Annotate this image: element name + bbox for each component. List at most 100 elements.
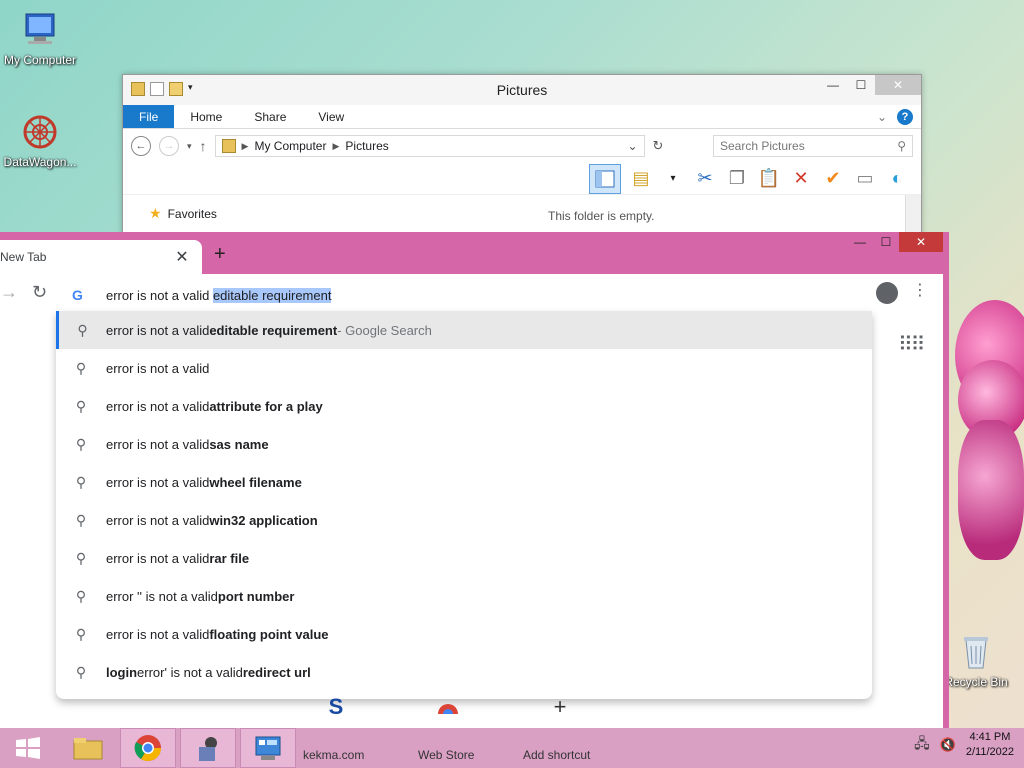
shortcut-web-store-icon[interactable]	[428, 694, 468, 726]
rename-icon[interactable]: ▭	[853, 167, 877, 191]
expand-ribbon-icon[interactable]: ⌄	[877, 110, 887, 124]
folder-check-icon[interactable]: ▤	[629, 167, 653, 191]
copy-icon[interactable]: ❐	[725, 167, 749, 191]
close-button[interactable]: ✕	[875, 75, 921, 95]
close-tab-icon[interactable]: ✕	[172, 247, 192, 267]
maximize-button[interactable]: ☐	[873, 232, 899, 252]
suggestion-text: error is not a valid	[106, 474, 210, 490]
minimize-button[interactable]: —	[847, 232, 873, 252]
recent-locations-icon[interactable]: ▾	[187, 141, 192, 152]
tab-view[interactable]: View	[302, 105, 360, 128]
delete-icon[interactable]: ✕	[789, 167, 813, 191]
address-dropdown-icon[interactable]: ⌄	[627, 139, 637, 153]
search-icon: ⚲	[75, 511, 87, 528]
explorer-titlebar[interactable]: ▾ Pictures — ☐ ✕	[123, 75, 921, 105]
breadcrumb-my-computer[interactable]: My Computer	[254, 139, 326, 153]
search-icon: ⚲	[77, 321, 88, 338]
google-icon: G	[72, 287, 83, 303]
suggestion-bold: win32 application	[209, 512, 318, 528]
network-icon[interactable]: 🖧	[914, 733, 930, 757]
omnibox-suggestions: ⚲ error is not a valid editable requirem…	[56, 311, 872, 699]
reload-icon[interactable]: ↻	[32, 282, 47, 303]
profile-icon[interactable]	[876, 282, 898, 304]
shortcut-kekma-icon[interactable]: S	[316, 694, 356, 726]
search-pictures-input[interactable]: Search Pictures ⚲	[713, 135, 913, 157]
tab-new-tab[interactable]: New Tab ✕	[0, 240, 202, 274]
back-button[interactable]: ←	[131, 136, 151, 156]
scrollbar[interactable]	[905, 195, 921, 235]
breadcrumb-pictures[interactable]: Pictures	[345, 139, 388, 153]
minimize-button[interactable]: —	[819, 75, 847, 95]
suggestion-item[interactable]: ⚲ error '' is not a valid port number	[56, 577, 872, 615]
start-button[interactable]	[0, 728, 56, 768]
suggestion-item[interactable]: ⚲ error is not a valid	[56, 349, 872, 387]
window-controls: — ☐ ✕	[819, 75, 921, 95]
favorites-item[interactable]: ★ Favorites	[149, 205, 217, 222]
suggestion-text: error is not a valid	[106, 626, 210, 642]
suggestion-text: error is not a valid	[106, 322, 210, 338]
suggestion-text: error is not a valid	[106, 398, 210, 414]
shell-icon[interactable]: ◐	[885, 167, 909, 191]
search-icon: ⚲	[897, 139, 906, 153]
chrome-icon[interactable]	[120, 728, 176, 768]
suggestion-item[interactable]: ⚲ error is not a valid wheel filename	[56, 463, 872, 501]
suggestion-item[interactable]: ⚲ error is not a valid rar file	[56, 539, 872, 577]
paste-icon[interactable]: 📋	[757, 167, 781, 191]
suggestion-text: error is not a valid	[106, 360, 210, 376]
cut-icon[interactable]: ✂	[693, 167, 717, 191]
window-title: Pictures	[496, 82, 548, 98]
help-icon[interactable]: ?	[897, 108, 913, 125]
file-explorer-icon[interactable]	[60, 728, 116, 768]
suggestion-item[interactable]: ⚲ error is not a valid editable requirem…	[56, 311, 872, 349]
search-icon: ⚲	[75, 435, 87, 452]
app-icon[interactable]	[180, 728, 236, 768]
close-button[interactable]: ✕	[899, 232, 943, 252]
suggestion-item[interactable]: ⚲ error is not a valid attribute for a p…	[56, 387, 872, 425]
forward-button[interactable]: →	[159, 136, 179, 156]
apps-grid-icon[interactable]: ⠿⠿	[898, 332, 925, 357]
omnibox[interactable]: G error is not a valid editable requirem…	[56, 277, 930, 313]
suggestion-item[interactable]: ⚲ error is not a valid win32 application	[56, 501, 872, 539]
new-tab-button[interactable]: +	[214, 243, 226, 266]
clock[interactable]: 4:41 PM 2/11/2022	[966, 730, 1014, 760]
ribbon-tabs: File Home Share View ⌄ ?	[123, 105, 921, 129]
computer-icon	[20, 10, 60, 50]
control-panel-icon[interactable]	[240, 728, 296, 768]
volume-muted-icon[interactable]: 🔇	[940, 737, 956, 753]
search-icon: ⚲	[75, 359, 87, 376]
search-icon: ⚲	[75, 397, 87, 414]
recycle-bin-icon	[956, 632, 996, 672]
suggestion-bold: wheel filename	[209, 474, 302, 490]
preview-pane-button[interactable]	[589, 163, 621, 194]
chrome-titlebar[interactable]: New Tab ✕ + — ☐ ✕	[0, 232, 943, 274]
checkmark-icon[interactable]: ✔	[821, 167, 845, 191]
window-controls: — ☐ ✕	[847, 232, 943, 252]
omnibox-autocomplete: editable requirement	[212, 287, 332, 303]
address-bar[interactable]: ▶ My Computer ▶ Pictures ⌄	[214, 135, 645, 157]
suggestion-item[interactable]: ⚲ error is not a valid floating point va…	[56, 615, 872, 653]
refresh-button[interactable]: ↻	[653, 138, 664, 154]
up-button[interactable]: ↑	[200, 138, 207, 154]
search-placeholder: Search Pictures	[720, 139, 805, 153]
shortcut-add-icon[interactable]: +	[540, 694, 580, 726]
omnibox-text[interactable]: error is not a valid editable requiremen…	[106, 287, 332, 303]
menu-icon[interactable]: ⋮	[912, 280, 928, 300]
tab-file[interactable]: File	[123, 105, 175, 128]
address-row: ← → ▾ ↑ ▶ My Computer ▶ Pictures ⌄ ↻ Sea…	[123, 129, 921, 163]
search-icon: ⚲	[75, 587, 87, 604]
breadcrumb-separator-icon: ▶	[332, 140, 340, 151]
forward-icon[interactable]: →	[0, 282, 18, 303]
desktop-icon-my-computer[interactable]: My Computer	[0, 10, 80, 67]
dropdown-icon[interactable]: ▾	[661, 167, 685, 191]
suggestion-bold: sas name	[209, 436, 269, 452]
tab-share[interactable]: Share	[238, 105, 302, 128]
suggestion-bold: port number	[217, 588, 295, 604]
suggestion-item[interactable]: ⚲ error is not a valid sas name	[56, 425, 872, 463]
suggestion-bold: rar file	[209, 550, 250, 566]
tab-home[interactable]: Home	[174, 105, 238, 128]
suggestion-bold: login	[106, 664, 138, 680]
empty-folder-message: This folder is empty.	[548, 209, 655, 223]
desktop-icon-datawagon[interactable]: DataWagon...	[0, 112, 80, 169]
suggestion-item[interactable]: ⚲ login error' is not a valid redirect u…	[56, 653, 872, 691]
maximize-button[interactable]: ☐	[847, 75, 875, 95]
